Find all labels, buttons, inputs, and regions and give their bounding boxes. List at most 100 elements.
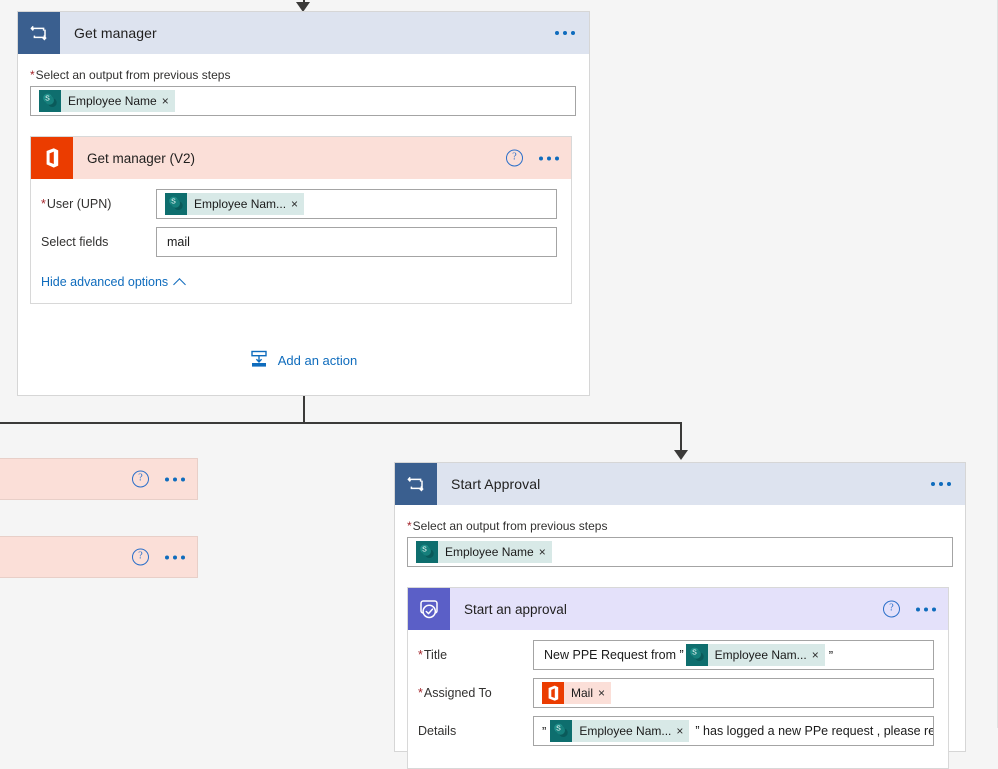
- token-label: Employee Nam...: [714, 648, 807, 662]
- help-icon[interactable]: ?: [506, 149, 523, 167]
- scope-card-menu-button[interactable]: [931, 482, 951, 486]
- action-card-menu-button[interactable]: [539, 156, 559, 160]
- required-asterisk: *: [30, 68, 35, 82]
- action-card-header-tools: ?: [506, 149, 559, 167]
- connector-branch-arrowhead: [674, 450, 688, 460]
- action-card-body: *Title New PPE Request from ” S Employee…: [408, 630, 948, 768]
- form-row-label: Select fields: [41, 235, 109, 249]
- form-row-field: ” S Employee Nam... × ” has logged a new…: [533, 716, 934, 746]
- approval-title-prefix: New PPE Request from ”: [544, 648, 684, 662]
- svg-text:S: S: [171, 199, 176, 206]
- token-employee-name[interactable]: S Employee Nam... ×: [550, 720, 690, 742]
- output-selector-label: *Select an output from previous steps: [407, 519, 608, 533]
- select-fields-value: mail: [167, 235, 190, 249]
- form-row-select-fields: Select fields mail: [41, 227, 557, 257]
- action-card-title: Get manager (V2): [87, 150, 196, 166]
- token-label: Employee Nam...: [194, 197, 287, 211]
- help-icon[interactable]: ?: [132, 470, 149, 488]
- form-row-label: *Assigned To: [418, 686, 492, 700]
- hide-advanced-options-label: Hide advanced options: [41, 275, 169, 289]
- sharepoint-icon: S: [416, 541, 438, 563]
- token-remove-button[interactable]: ×: [812, 649, 825, 661]
- approval-title-input[interactable]: New PPE Request from ” S Employee Nam...…: [533, 640, 934, 670]
- token-label: Employee Name: [68, 94, 157, 108]
- sharepoint-icon: S: [39, 90, 61, 112]
- sharepoint-icon: S: [550, 720, 573, 742]
- svg-text:S: S: [556, 726, 561, 733]
- action-card-menu-button[interactable]: [916, 607, 936, 611]
- action-card-get-manager-v2[interactable]: Get manager (V2) ? *User (UPN) S Employe…: [30, 136, 572, 304]
- scope-card-title: Start Approval: [451, 476, 541, 492]
- required-asterisk: *: [418, 648, 423, 662]
- sharepoint-icon: S: [685, 644, 708, 666]
- scope-card-title: Get manager: [74, 25, 157, 41]
- action-card-header: Get manager (V2) ?: [31, 137, 571, 179]
- output-selector-label: *Select an output from previous steps: [30, 68, 231, 82]
- add-an-action-button[interactable]: Add an action: [30, 350, 577, 393]
- token-remove-button[interactable]: ×: [291, 198, 304, 210]
- office365-users-icon: [31, 137, 73, 179]
- approvals-icon: [408, 588, 450, 630]
- scope-card-header: Start Approval: [395, 463, 965, 505]
- scope-card-body: *Select an output from previous steps S …: [395, 505, 965, 769]
- scope-card-start-approval[interactable]: Start Approval *Select an output from pr…: [394, 462, 966, 769]
- svg-text:S: S: [692, 650, 697, 657]
- required-asterisk: *: [418, 686, 423, 700]
- token-employee-name[interactable]: S Employee Nam... ×: [685, 644, 825, 666]
- stub-card-tools: ?: [132, 470, 185, 488]
- form-row-field: S Employee Nam... ×: [156, 189, 557, 219]
- stub-card-2[interactable]: ?: [0, 536, 198, 578]
- stub-card-menu-button[interactable]: [165, 477, 185, 481]
- approval-details-prefix: ”: [542, 723, 547, 739]
- required-asterisk: *: [41, 197, 46, 211]
- approval-details-suffix: ” has logged a new PPe request , please …: [695, 724, 934, 738]
- stub-card-tools: ?: [132, 548, 185, 566]
- help-icon[interactable]: ?: [883, 600, 900, 618]
- flow-designer-canvas: Get manager *Select an output from previ…: [0, 0, 998, 769]
- apply-to-each-icon: [18, 12, 60, 54]
- office365-users-icon: [542, 682, 564, 704]
- svg-text:S: S: [422, 547, 427, 554]
- user-upn-input[interactable]: S Employee Nam... ×: [156, 189, 557, 219]
- chevron-up-icon: [173, 277, 187, 291]
- approval-details-input[interactable]: ” S Employee Nam... × ” has logged a new…: [533, 716, 934, 746]
- output-selector-input[interactable]: S Employee Name ×: [407, 537, 953, 567]
- add-action-icon: [250, 350, 268, 371]
- action-card-start-an-approval[interactable]: Start an approval ? *Title New PPE Reque…: [407, 587, 949, 769]
- output-selector-input[interactable]: S Employee Name ×: [30, 86, 576, 116]
- token-employee-name[interactable]: S Employee Nam... ×: [165, 193, 305, 215]
- form-row-label: *Title: [418, 648, 448, 662]
- svg-text:S: S: [45, 96, 50, 103]
- approval-title-suffix: ”: [828, 647, 834, 663]
- hide-advanced-options-link[interactable]: Hide advanced options: [41, 275, 187, 291]
- token-employee-name[interactable]: S Employee Name ×: [416, 541, 552, 563]
- assigned-to-input[interactable]: Mail ×: [533, 678, 934, 708]
- required-asterisk: *: [407, 519, 412, 533]
- form-row-field: New PPE Request from ” S Employee Nam...…: [533, 640, 934, 670]
- token-remove-button[interactable]: ×: [676, 725, 689, 737]
- stub-card-menu-button[interactable]: [165, 555, 185, 559]
- select-fields-input[interactable]: mail: [156, 227, 557, 257]
- token-remove-button[interactable]: ×: [162, 95, 175, 107]
- action-card-title: Start an approval: [464, 601, 567, 617]
- scope-card-header: Get manager: [18, 12, 589, 54]
- token-employee-name[interactable]: S Employee Name ×: [39, 90, 175, 112]
- token-mail[interactable]: Mail ×: [542, 682, 612, 704]
- form-row-field: mail: [156, 227, 557, 257]
- form-row-details: Details ” S Employee Nam... × ” has logg…: [418, 716, 934, 746]
- token-label: Mail: [571, 686, 594, 700]
- scope-card-menu-button[interactable]: [555, 31, 575, 35]
- apply-to-each-icon: [395, 463, 437, 505]
- scope-card-get-manager[interactable]: Get manager *Select an output from previ…: [17, 11, 590, 396]
- token-remove-button[interactable]: ×: [598, 687, 611, 699]
- action-card-header-tools: ?: [883, 600, 936, 618]
- token-label: Employee Name: [445, 545, 534, 559]
- stub-card-1[interactable]: ?: [0, 458, 198, 500]
- connector-branch-horizontal: [0, 422, 682, 424]
- form-row-field: Mail ×: [533, 678, 934, 708]
- form-row-label: Details: [418, 724, 457, 738]
- form-row-assigned-to: *Assigned To Mail ×: [418, 678, 934, 708]
- form-row-label: *User (UPN): [41, 197, 112, 211]
- token-remove-button[interactable]: ×: [539, 546, 552, 558]
- help-icon[interactable]: ?: [132, 548, 149, 566]
